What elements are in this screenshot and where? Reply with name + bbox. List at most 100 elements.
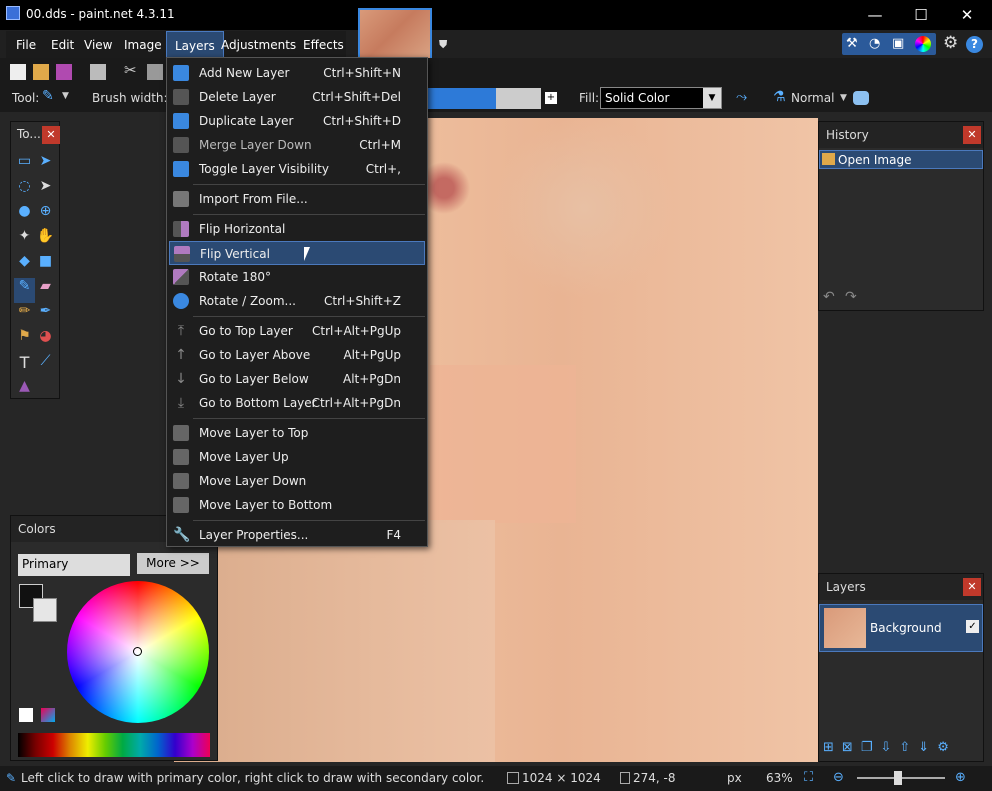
more-button[interactable]: More >>: [137, 553, 209, 574]
menu-item-move-layer-up[interactable]: Move Layer Up: [169, 445, 425, 469]
menu-item-move-layer-to-top[interactable]: Move Layer to Top: [169, 421, 425, 445]
tools-toggle-icon[interactable]: ⚒: [846, 36, 862, 52]
close-button[interactable]: ✕: [944, 0, 990, 30]
menu-adjustments[interactable]: Adjustments: [213, 31, 304, 59]
menu-item-go-to-top-layer[interactable]: ⤒ Go to Top Layer Ctrl+Alt+PgUp: [169, 319, 425, 343]
tools-panel: To... ✕ ▭ ➤ ◌ ➤ ● ⊕ ✦ ✋ ◆ ■ ✎ ▰ ✏ ✒ ⚑ ◕ …: [10, 121, 60, 399]
move-selection-icon[interactable]: ➤: [35, 178, 56, 203]
minimize-button[interactable]: —: [852, 0, 898, 30]
move-selected-icon[interactable]: ➤: [35, 153, 56, 178]
ellipse-select-icon[interactable]: ●: [14, 203, 35, 228]
paint-bucket-icon[interactable]: ◆: [14, 253, 35, 278]
settings-gear-icon[interactable]: ⚙: [943, 33, 958, 53]
fill-select[interactable]: Solid Color ▼: [600, 87, 722, 109]
magic-wand-icon[interactable]: ✦: [14, 228, 35, 253]
menu-item-go-to-bottom-layer[interactable]: ⤓ Go to Bottom Layer Ctrl+Alt+PgDn: [169, 391, 425, 415]
menu-item-merge-layer-down[interactable]: Merge Layer Down Ctrl+M: [169, 133, 425, 157]
menu-item-rotate-180[interactable]: Rotate 180°: [169, 265, 425, 289]
tool-dropdown-icon[interactable]: ▼: [62, 91, 69, 101]
menu-item-duplicate-layer[interactable]: Duplicate Layer Ctrl+Shift+D: [169, 109, 425, 133]
eraser-icon[interactable]: ▰: [35, 278, 56, 303]
menu-item-import-from-file[interactable]: Import From File...: [169, 187, 425, 211]
move-down-icon[interactable]: ⇓: [918, 740, 937, 755]
menu-item-go-to-layer-above[interactable]: ↑ Go to Layer Above Alt+PgUp: [169, 343, 425, 367]
palette-strip[interactable]: [18, 733, 210, 757]
color-mode-select[interactable]: Primary: [18, 554, 130, 576]
menu-item-move-layer-down[interactable]: Move Layer Down: [169, 469, 425, 493]
open-folder-icon[interactable]: [33, 64, 49, 80]
print-icon[interactable]: [90, 64, 106, 80]
flip-horizontal-icon: [173, 221, 189, 237]
layers-close-icon[interactable]: ✕: [963, 578, 981, 596]
save-icon[interactable]: [56, 64, 72, 80]
zoom-in-icon[interactable]: ⊕: [955, 770, 966, 785]
shapes-icon[interactable]: ▲: [14, 378, 35, 403]
zoom-slider-thumb[interactable]: [894, 771, 902, 785]
delete-layer-icon: [173, 89, 189, 105]
undo-icon[interactable]: ↶: [823, 289, 835, 305]
palette-menu-icon[interactable]: [41, 708, 55, 722]
secondary-color-swatch[interactable]: [33, 598, 57, 622]
redo-icon[interactable]: ↷: [845, 289, 857, 305]
colors-toggle-icon[interactable]: [915, 36, 931, 52]
antialias-icon[interactable]: ⤳: [736, 89, 747, 105]
layers-toggle-icon[interactable]: ▣: [892, 36, 908, 52]
cut-icon[interactable]: ✂: [124, 61, 137, 79]
properties-icon[interactable]: ⚙: [937, 740, 957, 755]
new-file-icon[interactable]: [10, 64, 26, 80]
units-select[interactable]: px: [727, 771, 742, 785]
rect-select-icon[interactable]: ▭: [14, 153, 35, 178]
pan-hand-icon[interactable]: ✋: [35, 228, 56, 253]
history-item[interactable]: Open Image: [819, 150, 983, 169]
help-icon[interactable]: ?: [966, 36, 983, 53]
increase-width-button[interactable]: +: [545, 92, 557, 104]
menu-item-delete-layer[interactable]: Delete Layer Ctrl+Shift+Del: [169, 85, 425, 109]
selection-mode-icon[interactable]: [853, 91, 869, 105]
blend-dropdown-icon[interactable]: ▼: [840, 93, 847, 103]
clone-stamp-icon[interactable]: ⚑: [14, 328, 35, 353]
maximize-button[interactable]: ☐: [898, 0, 944, 30]
zoom-out-icon[interactable]: ⊖: [833, 770, 844, 785]
history-toggle-icon[interactable]: ◔: [869, 36, 885, 52]
layer-row[interactable]: Background ✓: [819, 604, 983, 652]
menu-effects[interactable]: Effects: [295, 31, 352, 59]
color-picker-icon[interactable]: ✒: [35, 303, 56, 328]
menu-view[interactable]: View: [76, 31, 120, 59]
lasso-select-icon[interactable]: ◌: [14, 178, 35, 203]
blend-mode-select[interactable]: Normal: [791, 91, 834, 105]
menu-image[interactable]: Image: [116, 31, 170, 59]
menu-file[interactable]: File: [8, 31, 44, 59]
merge-down-icon[interactable]: ⇩: [880, 740, 899, 755]
gradient-icon[interactable]: ■: [35, 253, 56, 278]
pencil-icon[interactable]: ✏: [14, 303, 35, 328]
line-curve-icon[interactable]: ⟋: [35, 353, 56, 378]
menu-item-move-layer-to-bottom[interactable]: Move Layer to Bottom: [169, 493, 425, 517]
menu-item-go-to-layer-below[interactable]: ↓ Go to Layer Below Alt+PgDn: [169, 367, 425, 391]
text-icon[interactable]: T: [14, 353, 35, 378]
layer-visibility-checkbox[interactable]: ✓: [966, 620, 979, 633]
duplicate-layer-icon[interactable]: ❐: [861, 740, 881, 755]
zoom-level[interactable]: 63%: [766, 771, 793, 785]
add-layer-icon[interactable]: ⊞: [823, 740, 842, 755]
tools-grid: ▭ ➤ ◌ ➤ ● ⊕ ✦ ✋ ◆ ■ ✎ ▰ ✏ ✒ ⚑ ◕ T ⟋ ▲: [14, 153, 56, 394]
paintbrush-tool-icon[interactable]: ✎: [42, 88, 54, 104]
delete-layer-icon[interactable]: ⊠: [842, 740, 861, 755]
history-close-icon[interactable]: ✕: [963, 126, 981, 144]
move-up-icon[interactable]: ⇧: [899, 740, 918, 755]
menu-item-flip-vertical[interactable]: Flip Vertical: [169, 241, 425, 265]
blend-mode-icon[interactable]: ⚗: [773, 89, 786, 105]
menu-item-rotate-zoom[interactable]: Rotate / Zoom... Ctrl+Shift+Z: [169, 289, 425, 313]
add-palette-color-icon[interactable]: [19, 708, 33, 722]
menu-item-flip-horizontal[interactable]: Flip Horizontal: [169, 217, 425, 241]
copy-icon[interactable]: [147, 64, 163, 80]
menu-item-toggle-visibility[interactable]: Toggle Layer Visibility Ctrl+,: [169, 157, 425, 181]
menu-item-layer-properties[interactable]: 🔧 Layer Properties... F4: [169, 523, 425, 547]
menu-item-add-new-layer[interactable]: Add New Layer Ctrl+Shift+N: [169, 61, 425, 85]
recolor-icon[interactable]: ◕: [35, 328, 56, 353]
pin-icon[interactable]: ⛊: [439, 38, 447, 52]
tools-close-icon[interactable]: ✕: [42, 126, 60, 144]
paintbrush-icon[interactable]: ✎: [14, 278, 35, 303]
zoom-icon[interactable]: ⊕: [35, 203, 56, 228]
zoom-to-window-icon[interactable]: ⛶: [804, 770, 813, 785]
brush-width-slider[interactable]: [428, 88, 541, 109]
